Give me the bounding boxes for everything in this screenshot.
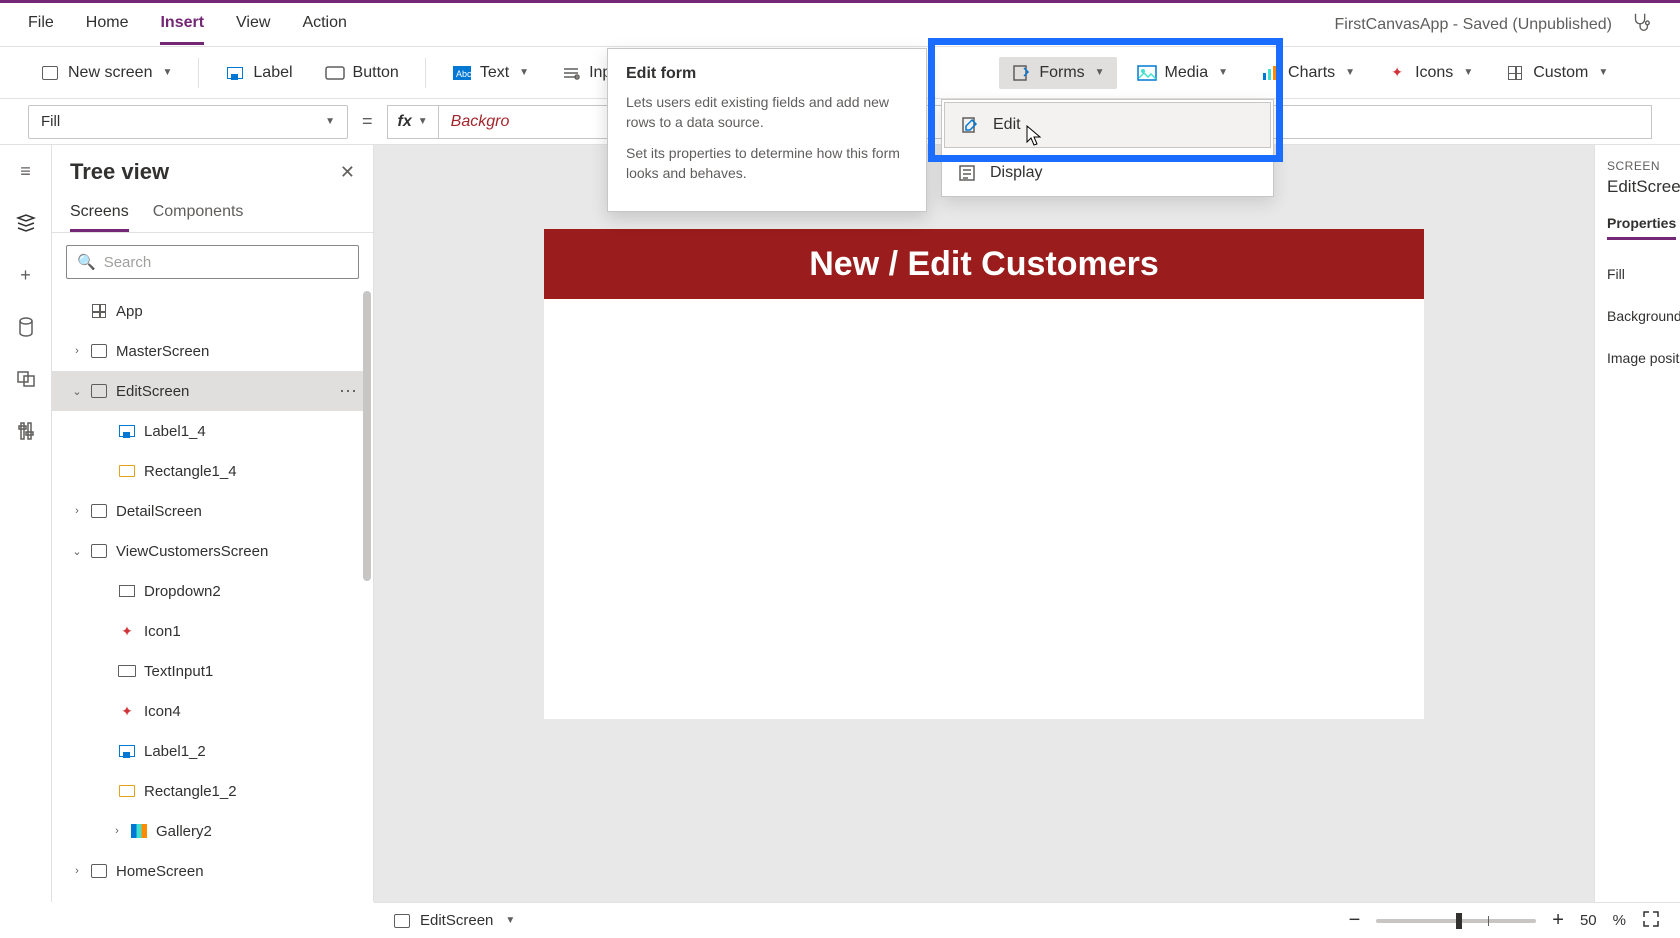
tree-view-panel: Tree view ✕ Screens Components 🔍 Search … [52,145,374,902]
app-status: FirstCanvasApp - Saved (Unpublished) [1335,16,1612,34]
forms-edit-item[interactable]: Edit [944,102,1271,148]
tab-properties[interactable]: Properties [1607,215,1676,240]
tree-item-app[interactable]: App [52,291,369,331]
icons-button[interactable]: ✦ Icons▼ [1375,57,1485,89]
tree-item-rectangle1_4[interactable]: Rectangle1_4 [52,451,369,491]
icons-icon: ✦ [1387,63,1407,83]
advanced-tools-icon[interactable] [14,419,38,443]
label-icon [225,63,245,83]
menu-file[interactable]: File [28,4,54,45]
forms-dropdown: Edit Display [941,99,1274,197]
edit-form-tooltip: Edit form Lets users edit existing field… [607,48,927,212]
breadcrumb[interactable]: EditScreen [420,912,493,929]
new-screen-button[interactable]: New screen▼ [28,57,184,89]
tree-item-label1_4[interactable]: Label1_4 [52,411,369,451]
svg-text:Abc: Abc [456,69,472,79]
tab-screens[interactable]: Screens [70,195,129,232]
button-button[interactable]: Button [313,57,411,89]
chevron-down-icon[interactable]: ▼ [505,915,515,926]
close-icon[interactable]: ✕ [340,162,355,183]
zoom-value: 50 [1580,912,1597,929]
screen-name: EditScreen [1607,177,1668,197]
app-checker-icon[interactable] [1630,11,1652,39]
tree-view-icon[interactable] [14,211,38,235]
tree-item-dropdown2[interactable]: Dropdown2 [52,571,369,611]
tree-item-icon4[interactable]: ✦Icon4 [52,691,369,731]
tooltip-body-2: Set its properties to determine how this… [626,144,908,183]
tree-item-detailscreen[interactable]: ›DetailScreen [52,491,369,531]
screen-icon [40,63,60,83]
menu-view[interactable]: View [236,4,270,45]
media-button[interactable]: Media▼ [1125,57,1240,89]
text-button[interactable]: Abc Text▼ [440,57,541,89]
fullscreen-icon[interactable] [1642,910,1660,932]
tab-components[interactable]: Components [153,195,244,232]
prop-image-position[interactable]: Image positi [1607,350,1668,366]
tree-scrollbar[interactable] [363,291,371,581]
canvas-area[interactable]: New / Edit Customers [374,145,1594,902]
tree-item-textinput1[interactable]: TextInput1 [52,651,369,691]
zoom-slider[interactable] [1376,919,1536,923]
data-icon[interactable] [14,315,38,339]
search-icon: 🔍 [77,253,96,271]
properties-panel: SCREEN EditScreen Properties Fill Backgr… [1594,145,1680,902]
canvas-header-label: New / Edit Customers [544,229,1424,299]
tree-item-rectangle1_2[interactable]: Rectangle1_2 [52,771,369,811]
text-icon: Abc [452,63,472,83]
search-input[interactable]: 🔍 Search [66,245,359,279]
menu-bar: File Home Insert View Action FirstCanvas… [0,3,1680,47]
tree-item-masterscreen[interactable]: ›MasterScreen [52,331,369,371]
forms-button[interactable]: Forms▼ [999,57,1116,89]
input-icon [561,63,581,83]
fx-button[interactable]: fx▼ [387,105,439,139]
tree-title: Tree view [70,159,169,185]
menu-action[interactable]: Action [302,4,346,45]
left-rail: ≡ + [0,145,52,902]
charts-icon [1260,63,1280,83]
tooltip-title: Edit form [626,65,908,83]
forms-display-item[interactable]: Display [942,150,1273,196]
media-icon [1137,63,1157,83]
property-selector[interactable]: Fill ▼ [28,105,348,139]
media-rail-icon[interactable] [14,367,38,391]
canvas-screen[interactable]: New / Edit Customers [544,229,1424,719]
tooltip-body-1: Lets users edit existing fields and add … [626,93,908,132]
prop-fill[interactable]: Fill [1607,266,1668,282]
screen-icon [394,914,410,928]
equals-sign: = [362,111,373,132]
menu-home[interactable]: Home [86,4,129,45]
tree-list: App›MasterScreen⌄EditScreen⋯Label1_4Rect… [52,291,373,902]
prop-background[interactable]: Background [1607,308,1668,324]
tree-item-viewcustomersscreen[interactable]: ⌄ViewCustomersScreen [52,531,369,571]
screen-label: SCREEN [1607,159,1668,173]
zoom-unit: % [1613,912,1626,929]
insert-icon[interactable]: + [14,263,38,287]
charts-button[interactable]: Charts▼ [1248,57,1367,89]
hamburger-icon[interactable]: ≡ [14,159,38,183]
forms-icon [1011,63,1031,83]
custom-button[interactable]: Custom▼ [1493,57,1620,89]
tree-item-homescreen[interactable]: ›HomeScreen [52,851,369,891]
zoom-in-button[interactable]: + [1552,909,1564,932]
menu-insert[interactable]: Insert [160,4,204,45]
tree-item-editscreen[interactable]: ⌄EditScreen⋯ [52,371,369,411]
tree-item-gallery2[interactable]: ›Gallery2 [52,811,369,851]
custom-icon [1505,63,1525,83]
button-icon [325,63,345,83]
label-button[interactable]: Label [213,57,304,89]
tree-item-label1_2[interactable]: Label1_2 [52,731,369,771]
zoom-out-button[interactable]: − [1349,909,1361,932]
status-bar: EditScreen ▼ − + 50 % [374,902,1680,938]
tree-item-icon1[interactable]: ✦Icon1 [52,611,369,651]
